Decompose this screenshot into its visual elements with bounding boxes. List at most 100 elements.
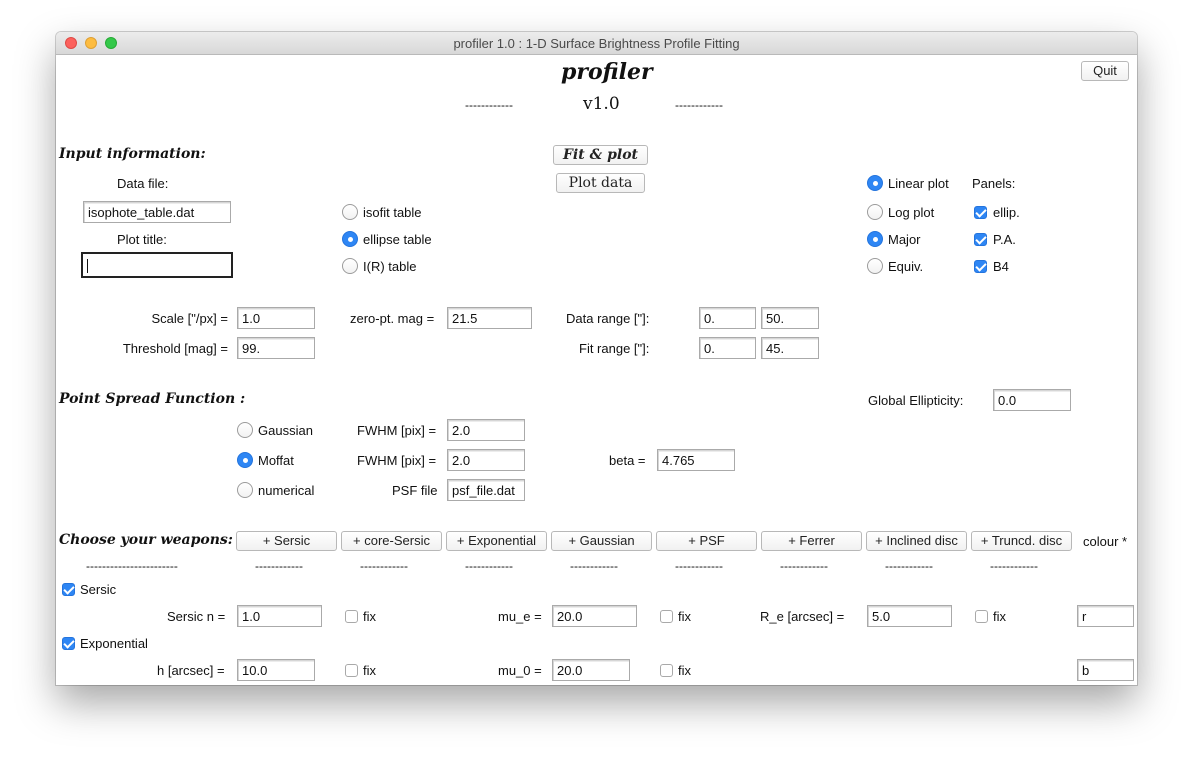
exponential-h-label: h [arcsec] = xyxy=(157,663,225,678)
scale-input[interactable]: 1.0 xyxy=(237,307,315,329)
add-inclined-disc-button[interactable]: + Inclined disc xyxy=(866,531,967,551)
plot-title-label: Plot title: xyxy=(117,232,167,247)
plot-data-button[interactable]: Plot data xyxy=(556,173,645,193)
fit-and-plot-button[interactable]: Fit & plot xyxy=(553,145,648,165)
data-file-input[interactable]: isophote_table.dat xyxy=(83,201,231,223)
data-range-label: Data range ["]: xyxy=(566,311,650,326)
colour-label: colour * xyxy=(1083,534,1128,549)
gaussian-fwhm-label: FWHM [pix] = xyxy=(357,423,437,438)
exponential-button-dashes: ------------ xyxy=(465,559,513,573)
sersic-n-input[interactable]: 1.0 xyxy=(237,605,322,627)
sersic-re-input[interactable]: 5.0 xyxy=(867,605,952,627)
moffat-fwhm-label: FWHM [pix] = xyxy=(357,453,437,468)
sersic-colour-input[interactable]: r xyxy=(1077,605,1134,627)
exponential-colour-input[interactable]: b xyxy=(1077,659,1134,681)
add-truncated-disc-button[interactable]: + Truncd. disc xyxy=(971,531,1072,551)
ir-table-radio[interactable] xyxy=(342,258,358,274)
fit-range-label: Fit range ["]: xyxy=(579,341,650,356)
numerical-psf-radio[interactable] xyxy=(237,482,253,498)
gaussian-psf-radio[interactable] xyxy=(237,422,253,438)
exponential-h-fix-label: fix xyxy=(363,663,376,678)
ellip-panel-checkbox[interactable] xyxy=(974,206,987,219)
threshold-label: Threshold [mag] = xyxy=(122,341,228,356)
log-plot-radio[interactable] xyxy=(867,204,883,220)
sersic-mue-input[interactable]: 20.0 xyxy=(552,605,637,627)
add-psf-button[interactable]: + PSF xyxy=(656,531,757,551)
app-window: profiler 1.0 : 1-D Surface Brightness Pr… xyxy=(56,32,1137,685)
equiv-axis-radio[interactable] xyxy=(867,258,883,274)
global-ellipticity-label: Global Ellipticity: xyxy=(868,393,964,408)
core-sersic-button-dashes: ------------ xyxy=(360,559,408,573)
exponential-component-label: Exponential xyxy=(80,636,148,651)
add-exponential-button[interactable]: + Exponential xyxy=(446,531,547,551)
linear-plot-radio[interactable] xyxy=(867,175,883,191)
equiv-axis-label: Equiv. xyxy=(888,259,924,274)
exponential-mu0-input[interactable]: 20.0 xyxy=(552,659,630,681)
title-bar: profiler 1.0 : 1-D Surface Brightness Pr… xyxy=(56,32,1137,55)
ellipse-table-label: ellipse table xyxy=(363,232,432,247)
fit-range-min-input[interactable]: 0. xyxy=(699,337,756,359)
sersic-n-fix-label: fix xyxy=(363,609,376,624)
exponential-h-input[interactable]: 10.0 xyxy=(237,659,315,681)
gaussian-psf-label: Gaussian xyxy=(258,423,313,438)
sersic-component-label: Sersic xyxy=(80,582,117,597)
sersic-component-checkbox[interactable] xyxy=(62,583,75,596)
quit-button[interactable]: Quit xyxy=(1081,61,1129,81)
app-name: profiler xyxy=(561,59,653,85)
sersic-mue-label: mu_e = xyxy=(498,609,542,624)
text-caret xyxy=(87,259,88,273)
add-sersic-button[interactable]: + Sersic xyxy=(236,531,337,551)
exponential-mu0-label: mu_0 = xyxy=(498,663,542,678)
major-axis-radio[interactable] xyxy=(867,231,883,247)
isofit-table-radio[interactable] xyxy=(342,204,358,220)
zeropt-input[interactable]: 21.5 xyxy=(447,307,532,329)
psf-file-label: PSF file xyxy=(392,483,438,498)
weapons-heading: Choose your weapons: xyxy=(59,532,233,548)
moffat-psf-radio[interactable] xyxy=(237,452,253,468)
global-ellipticity-input[interactable]: 0.0 xyxy=(993,389,1071,411)
threshold-input[interactable]: 99. xyxy=(237,337,315,359)
beta-input[interactable]: 4.765 xyxy=(657,449,735,471)
isofit-table-label: isofit table xyxy=(363,205,422,220)
major-axis-label: Major xyxy=(888,232,921,247)
header-dashes-right: ------------ xyxy=(675,98,723,112)
data-range-min-input[interactable]: 0. xyxy=(699,307,756,329)
app-version: v1.0 xyxy=(583,94,620,114)
log-plot-label: Log plot xyxy=(888,205,935,220)
linear-plot-label: Linear plot xyxy=(888,176,949,191)
psf-file-input[interactable]: psf_file.dat xyxy=(447,479,525,501)
moffat-fwhm-input[interactable]: 2.0 xyxy=(447,449,525,471)
b4-panel-label: B4 xyxy=(993,259,1009,274)
input-information-heading: Input information: xyxy=(59,146,206,162)
header-dashes-left: ------------ xyxy=(465,98,513,112)
add-ferrer-button[interactable]: + Ferrer xyxy=(761,531,862,551)
pa-panel-checkbox[interactable] xyxy=(974,233,987,246)
sersic-n-fix-checkbox[interactable] xyxy=(345,610,358,623)
moffat-psf-label: Moffat xyxy=(258,453,294,468)
data-range-max-input[interactable]: 50. xyxy=(761,307,819,329)
ellipse-table-radio[interactable] xyxy=(342,231,358,247)
scale-label: Scale ["/px] = xyxy=(151,311,228,326)
exponential-component-checkbox[interactable] xyxy=(62,637,75,650)
ferrer-button-dashes: ------------ xyxy=(780,559,828,573)
sersic-mue-fix-label: fix xyxy=(678,609,691,624)
exponential-h-fix-checkbox[interactable] xyxy=(345,664,358,677)
add-gaussian-button[interactable]: + Gaussian xyxy=(551,531,652,551)
fit-range-max-input[interactable]: 45. xyxy=(761,337,819,359)
exponential-mu0-fix-label: fix xyxy=(678,663,691,678)
sersic-n-label: Sersic n = xyxy=(167,609,226,624)
numerical-psf-label: numerical xyxy=(258,483,315,498)
b4-panel-checkbox[interactable] xyxy=(974,260,987,273)
sersic-re-fix-label: fix xyxy=(993,609,1006,624)
window-title: profiler 1.0 : 1-D Surface Brightness Pr… xyxy=(453,36,740,51)
ir-table-label: I(R) table xyxy=(363,259,417,274)
sersic-mue-fix-checkbox[interactable] xyxy=(660,610,673,623)
add-core-sersic-button[interactable]: + core-Sersic xyxy=(341,531,442,551)
sersic-re-fix-checkbox[interactable] xyxy=(975,610,988,623)
pa-panel-label: P.A. xyxy=(993,232,1016,247)
exponential-mu0-fix-checkbox[interactable] xyxy=(660,664,673,677)
inclined-disc-button-dashes: ------------ xyxy=(885,559,933,573)
gaussian-button-dashes: ------------ xyxy=(570,559,618,573)
plot-title-input[interactable] xyxy=(81,252,233,278)
gaussian-fwhm-input[interactable]: 2.0 xyxy=(447,419,525,441)
